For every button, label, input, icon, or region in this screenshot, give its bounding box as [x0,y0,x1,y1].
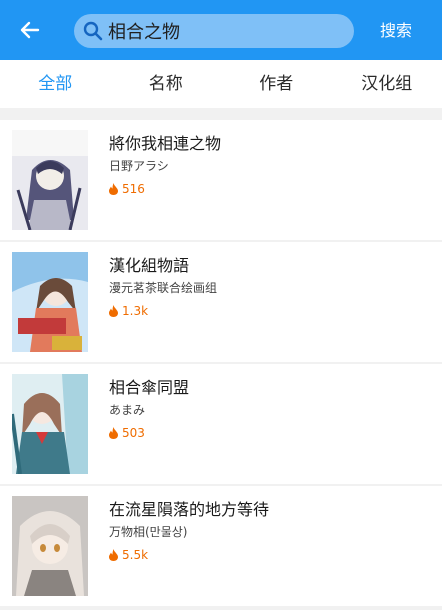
result-list: 將你我相連之物 日野アラシ 516 漢化組物語 漫元茗茶联合绘画组 1.3k 相… [0,120,442,608]
result-author: あまみ [109,403,146,417]
heat-value: 5.5k [122,548,149,562]
search-input[interactable] [108,14,344,48]
result-title: 在流星隕落的地方等待 [109,500,270,519]
heat-value: 503 [122,426,145,440]
heat-count: 503 [108,426,145,440]
app-bar: 搜索 [0,0,442,60]
cover-image [12,130,88,230]
search-icon [83,21,103,41]
result-author: 万物相(만물상) [109,525,188,539]
result-item[interactable]: 相合傘同盟 あまみ 503 [0,364,442,484]
cover-image [12,374,88,474]
result-author: 漫元茗茶联合绘画组 [109,281,218,295]
fire-icon [109,549,118,561]
result-author: 日野アラシ [109,159,169,173]
fire-icon [109,183,118,195]
tab-author[interactable]: 作者 [221,60,332,108]
heat-count: 5.5k [108,548,148,562]
heat-value: 1.3k [122,304,149,318]
tab-translation-group[interactable]: 汉化组 [332,60,442,108]
tab-all[interactable]: 全部 [0,60,111,108]
tab-name[interactable]: 名称 [111,60,222,108]
cover-image [12,252,88,352]
result-item[interactable]: 漢化組物語 漫元茗茶联合绘画组 1.3k [0,242,442,362]
back-button[interactable] [16,16,44,44]
result-item[interactable]: 在流星隕落的地方等待 万物相(만물상) 5.5k [0,486,442,606]
arrow-back-icon [20,21,40,39]
search-box[interactable] [74,14,354,48]
result-title: 相合傘同盟 [109,378,190,397]
result-title: 漢化組物語 [109,256,190,275]
search-button[interactable]: 搜索 [372,18,420,44]
heat-count: 516 [108,182,145,196]
heat-count: 1.3k [108,304,148,318]
result-title: 將你我相連之物 [109,134,222,153]
search-filter-tabs: 全部 名称 作者 汉化组 [0,60,442,108]
fire-icon [109,305,118,317]
cover-image [12,496,88,596]
fire-icon [109,427,118,439]
heat-value: 516 [122,182,145,196]
result-item[interactable]: 將你我相連之物 日野アラシ 516 [0,120,442,240]
